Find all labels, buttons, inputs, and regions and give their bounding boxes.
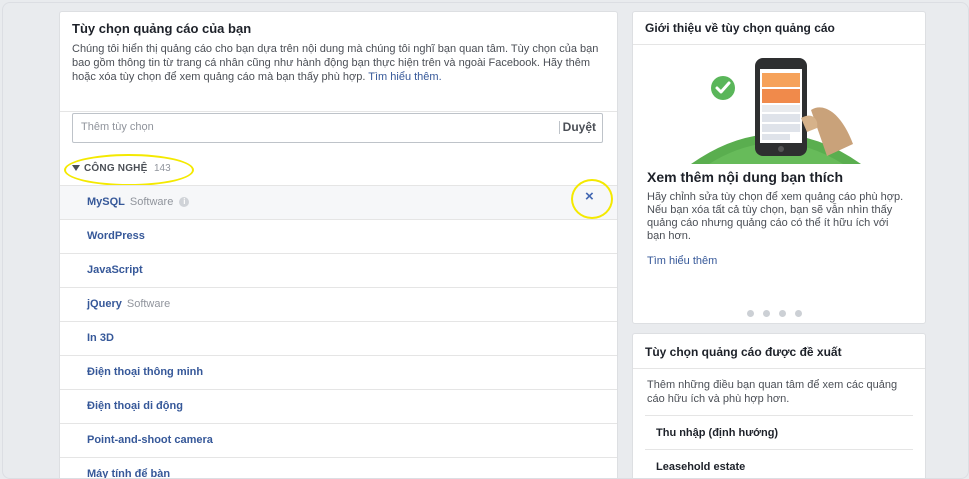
list-item[interactable]: jQuery Software [60, 287, 617, 321]
preference-item-label: MySQL Software i [87, 196, 190, 208]
category-count: 143 [154, 163, 171, 174]
add-preference-box: Duyệt [72, 113, 603, 143]
about-description: Hãy chỉnh sửa tùy chọn để xem quảng cáo … [647, 191, 904, 242]
browse-button[interactable]: Duyệt [563, 114, 596, 140]
preference-name: Điện thoại thông minh [87, 366, 204, 378]
suggested-item[interactable]: Leasehold estate [645, 449, 913, 478]
suggested-description: Thêm những điều bạn quan tâm để xem các … [647, 379, 898, 405]
preference-type: Software [129, 196, 174, 208]
suggested-preferences-panel: Tùy chọn quảng cáo được đề xuất Thêm nhữ… [632, 333, 926, 478]
ad-preferences-header: Tùy chọn quảng cáo của bạn Chúng tôi hiể… [60, 12, 617, 112]
preference-name: WordPress [87, 230, 145, 242]
suggested-item-label: Leasehold estate [656, 461, 746, 473]
preference-name: jQuery [87, 298, 122, 310]
carousel-dot[interactable] [795, 310, 802, 317]
preference-name: Điện thoại di động [87, 400, 183, 412]
caret-down-icon [72, 165, 80, 171]
ad-preferences-panel: Tùy chọn quảng cáo của bạn Chúng tôi hiể… [59, 11, 618, 479]
about-ad-preferences-panel: Giới thiệu về tùy chọn quảng cáo Xem thê… [632, 11, 926, 324]
category-label: CÔNG NGHỆ [84, 163, 148, 174]
phone-illustration [691, 58, 861, 164]
preference-item-label: jQuery Software [87, 298, 170, 310]
list-item[interactable]: JavaScript [60, 253, 617, 287]
ad-preferences-title: Tùy chọn quảng cáo của bạn [72, 21, 252, 36]
carousel-dot[interactable] [747, 310, 754, 317]
suggested-title: Tùy chọn quảng cáo được đề xuất [633, 334, 925, 369]
learn-more-link[interactable]: Tìm hiểu thêm. [368, 71, 441, 83]
about-learn-more-link[interactable]: Tìm hiểu thêm [647, 255, 717, 267]
preference-name: JavaScript [87, 264, 143, 276]
remove-button-area: × [571, 179, 615, 219]
list-item[interactable]: In 3D [60, 321, 617, 355]
search-divider [559, 121, 560, 134]
carousel-dot[interactable] [779, 310, 786, 317]
preference-list: MySQL Software i × WordPress JavaScript jQ… [60, 179, 617, 479]
preference-name: In 3D [87, 332, 114, 344]
suggested-item-label: Thu nhập (định hướng) [656, 427, 779, 439]
list-item[interactable]: Máy tính để bàn [60, 457, 617, 479]
carousel-dot[interactable] [763, 310, 770, 317]
page-frame: Tùy chọn quảng cáo của bạn Chúng tôi hiể… [2, 2, 969, 479]
ad-preferences-description: Chúng tôi hiển thị quảng cáo cho bạn dựa… [72, 42, 605, 84]
list-item[interactable]: Điện thoại thông minh [60, 355, 617, 389]
carousel-dots [747, 306, 811, 317]
preference-type: Software [126, 298, 171, 310]
add-preference-input[interactable] [73, 114, 559, 140]
about-title: Giới thiệu về tùy chọn quảng cáo [633, 12, 925, 45]
preference-name: MySQL [87, 196, 125, 208]
list-item[interactable]: Điện thoại di động [60, 389, 617, 423]
info-icon[interactable]: i [179, 197, 190, 208]
preference-name: Point-and-shoot camera [87, 434, 213, 446]
remove-icon[interactable]: × [585, 188, 594, 205]
about-subtitle: Xem thêm nội dung bạn thích [647, 169, 843, 185]
list-item[interactable]: Point-and-shoot camera [60, 423, 617, 457]
list-item[interactable]: MySQL Software i × [60, 179, 617, 219]
ad-preferences-description-text: Chúng tôi hiển thị quảng cáo cho bạn dựa… [72, 43, 599, 83]
list-item[interactable]: WordPress [60, 219, 617, 253]
suggested-item[interactable]: Thu nhập (định hướng) [645, 415, 913, 449]
preference-name: Máy tính để bàn [87, 468, 171, 479]
